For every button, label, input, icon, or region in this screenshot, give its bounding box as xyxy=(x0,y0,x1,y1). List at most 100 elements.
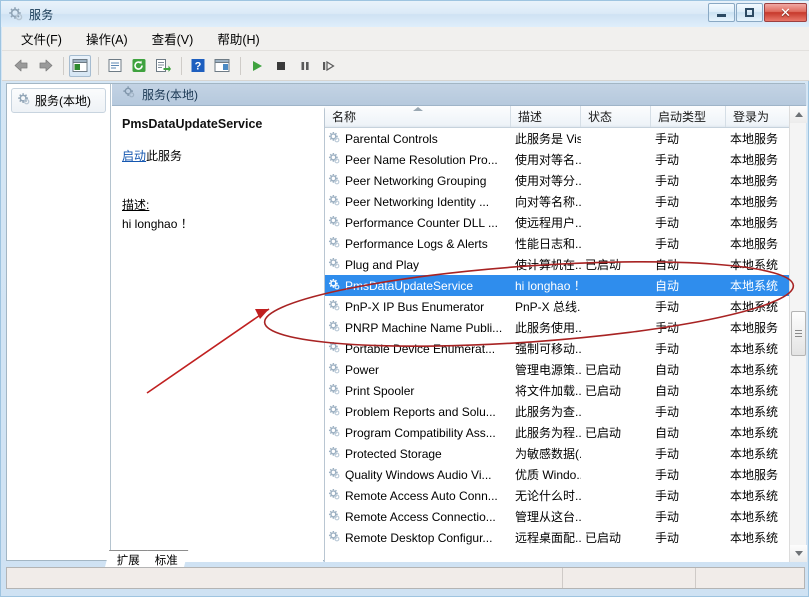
table-row[interactable]: Parental Controls 此服务是 Vis... 手动 本地服务 xyxy=(325,128,806,149)
table-row[interactable]: Power 管理电源策... 已启动 自动 本地系统 xyxy=(325,359,806,380)
start-service-suffix: 此服务 xyxy=(146,149,183,163)
cell-description: 使远程用户... xyxy=(515,216,581,230)
menu-action[interactable]: 操作(A) xyxy=(77,27,137,50)
cell-description: 此服务是 Vis... xyxy=(515,132,581,146)
table-row[interactable]: Quality Windows Audio Vi... 优质 Windo... 手动… xyxy=(325,464,806,485)
detail-split: PmsDataUpdateService 启动此服务 描述: hi longha… xyxy=(112,106,807,562)
help-icon[interactable]: ? xyxy=(187,55,209,77)
list-rows-container: Parental Controls此服务是 Vis...手动本地服务Peer N… xyxy=(325,128,806,562)
column-header-startup-type-label: 启动类型 xyxy=(658,110,707,124)
status-bar-section-3 xyxy=(696,568,804,588)
cell-log-on-as: 本地服务 xyxy=(730,321,779,335)
table-row[interactable]: PNRP Machine Name Publi... 此服务使用... 手动 本地服务 xyxy=(325,317,806,338)
menu-view[interactable]: 查看(V) xyxy=(143,27,203,50)
gear-icon xyxy=(328,278,341,294)
cell-startup-type: 手动 xyxy=(655,489,680,503)
minimize-button[interactable] xyxy=(708,3,735,22)
column-header-name[interactable]: 名称 xyxy=(325,106,511,127)
column-header-log-on-as-label: 登录为 xyxy=(733,110,770,124)
cell-name: PmsDataUpdateService xyxy=(325,278,511,294)
service-name-text: Remote Desktop Configur... xyxy=(345,530,493,545)
scrollbar-thumb[interactable] xyxy=(791,311,806,356)
properties-icon[interactable] xyxy=(104,55,126,77)
column-header-log-on-as[interactable]: 登录为 xyxy=(726,106,788,127)
cell-log-on-as: 本地服务 xyxy=(730,132,779,146)
refresh-icon[interactable] xyxy=(128,55,150,77)
cell-name: Remote Desktop Configur... xyxy=(325,530,511,546)
tab-standard-label: 标准 xyxy=(154,555,178,567)
back-icon[interactable] xyxy=(10,55,32,77)
maximize-button[interactable] xyxy=(736,3,763,22)
cell-description: hi longhao ！ xyxy=(515,279,581,293)
cell-status: 已启动 xyxy=(585,258,622,272)
cell-startup-type: 自动 xyxy=(655,258,680,272)
table-row[interactable]: Program Compatibility Ass... 此服务为程... 已启动 自… xyxy=(325,422,806,443)
cell-startup-type: 手动 xyxy=(655,342,680,356)
stop-service-icon[interactable] xyxy=(270,55,292,77)
column-header-startup-type[interactable]: 启动类型 xyxy=(651,106,726,127)
column-header-status[interactable]: 状态 xyxy=(581,106,651,127)
description-text: hi longhao ！ xyxy=(122,217,193,231)
cell-name: Peer Networking Identity ... xyxy=(325,194,511,210)
tab-standard[interactable]: 标准 xyxy=(142,550,189,568)
forward-icon[interactable] xyxy=(34,55,56,77)
table-row[interactable]: Peer Networking Identity ... 向对等名称... 手动 本地… xyxy=(325,191,806,212)
table-row[interactable]: Portable Device Enumerat... 强制可移动... 手动 本地系… xyxy=(325,338,806,359)
cell-name: Plug and Play xyxy=(325,257,511,273)
table-row[interactable]: Peer Networking Grouping 使用对等分... 手动 本地服务 xyxy=(325,170,806,191)
table-row[interactable]: Problem Reports and Solu... 此服务为查... 手动 本地系… xyxy=(325,401,806,422)
cell-name: Print Spooler xyxy=(325,383,511,399)
table-row[interactable]: Performance Counter DLL ... 使远程用户... 手动 本地服… xyxy=(325,212,806,233)
table-row[interactable]: Remote Access Connectio... 管理从这台... 手动 本地系统 xyxy=(325,506,806,527)
table-row[interactable]: Remote Desktop Configur... 远程桌面配... 已启动 手动 本… xyxy=(325,527,806,548)
sidebar-item-services-local[interactable]: 服务(本地) xyxy=(11,88,106,113)
vertical-scrollbar[interactable] xyxy=(789,106,807,562)
table-row[interactable]: Protected Storage 为敏感数据(... 手动 本地系统 xyxy=(325,443,806,464)
table-row[interactable]: Print Spooler 将文件加载... 已启动 自动 本地系统 xyxy=(325,380,806,401)
view-tabs: 扩展 标准 xyxy=(104,550,189,568)
show-hide-tree-icon[interactable] xyxy=(69,54,91,77)
cell-log-on-as: 本地服务 xyxy=(730,195,779,209)
column-header-description[interactable]: 描述 xyxy=(511,106,581,127)
cell-startup-type: 自动 xyxy=(655,384,680,398)
gear-icon xyxy=(328,131,341,147)
cell-name: Performance Counter DLL ... xyxy=(325,215,511,231)
cell-startup-type: 手动 xyxy=(655,300,680,314)
pause-service-icon[interactable] xyxy=(294,55,316,77)
service-name-text: Remote Access Auto Conn... xyxy=(345,488,498,503)
status-bar xyxy=(6,567,805,589)
cell-name: PnP-X IP Bus Enumerator xyxy=(325,299,511,315)
gear-icon xyxy=(328,173,341,189)
service-name-text: PnP-X IP Bus Enumerator xyxy=(345,299,485,314)
table-row[interactable]: Performance Logs & Alerts 性能日志和... 手动 本地服务 xyxy=(325,233,806,254)
menu-file[interactable]: 文件(F) xyxy=(12,27,71,50)
scroll-up-button[interactable] xyxy=(790,106,807,123)
cell-startup-type: 自动 xyxy=(655,279,680,293)
cell-log-on-as: 本地系统 xyxy=(730,363,779,377)
scroll-down-button[interactable] xyxy=(790,545,807,562)
start-service-link[interactable]: 启动 xyxy=(122,149,146,163)
start-service-icon[interactable] xyxy=(246,55,268,77)
cell-startup-type: 手动 xyxy=(655,132,680,146)
table-row-selected[interactable]: PmsDataUpdateService hi longhao ！ 自动 本地系统 xyxy=(325,275,806,296)
table-row[interactable]: Remote Access Auto Conn... 无论什么时... 手动 本地系统 xyxy=(325,485,806,506)
service-name-text: Peer Networking Identity ... xyxy=(345,194,490,209)
toolbar-separator xyxy=(240,56,241,75)
cell-name: Peer Name Resolution Pro... xyxy=(325,152,511,168)
gear-icon xyxy=(17,92,31,109)
cell-name: Parental Controls xyxy=(325,131,511,147)
gear-icon xyxy=(328,320,341,336)
restart-service-icon[interactable] xyxy=(318,55,340,77)
menu-help[interactable]: 帮助(H) xyxy=(208,27,268,50)
export-list-icon[interactable] xyxy=(152,55,174,77)
cell-status: 已启动 xyxy=(585,531,622,545)
table-row[interactable]: PnP-X IP Bus Enumerator PnP-X 总线... 手动 本地系统 xyxy=(325,296,806,317)
gear-icon xyxy=(328,404,341,420)
gear-icon xyxy=(328,467,341,483)
close-button[interactable]: ✕ xyxy=(764,3,807,22)
table-row[interactable]: Peer Name Resolution Pro... 使用对等名... 手动 本地服… xyxy=(325,149,806,170)
table-row[interactable]: Plug and Play 使计算机在... 已启动 自动 本地系统 xyxy=(325,254,806,275)
gear-icon xyxy=(328,215,341,231)
show-hide-action-pane-icon[interactable] xyxy=(211,55,233,77)
description-label: 描述: xyxy=(122,198,150,212)
